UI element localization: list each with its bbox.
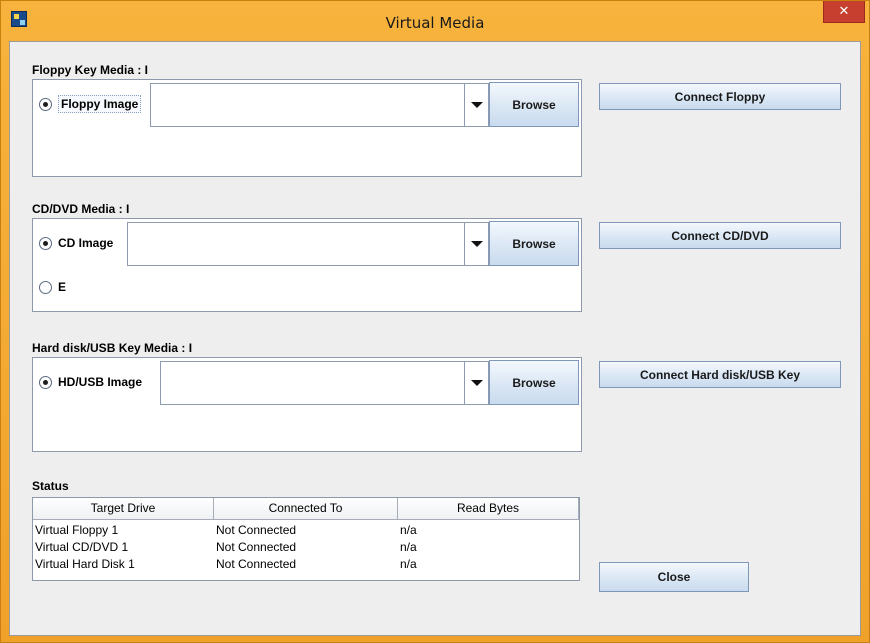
drive-e-option[interactable]: E — [39, 280, 66, 294]
connect-floppy-button[interactable]: Connect Floppy — [599, 83, 841, 110]
hdusb-image-label: HD/USB Image — [58, 375, 143, 389]
title-bar[interactable]: Virtual Media ✕ — [1, 1, 869, 41]
floppy-image-option[interactable]: Floppy Image — [39, 95, 142, 113]
cell-connected-to: Not Connected — [216, 540, 297, 554]
connect-harddisk-button[interactable]: Connect Hard disk/USB Key — [599, 361, 841, 388]
cddvd-browse-button[interactable]: Browse — [489, 221, 579, 266]
cell-read-bytes: n/a — [400, 540, 417, 554]
harddisk-browse-button[interactable]: Browse — [489, 360, 579, 405]
cddvd-group-label: CD/DVD Media : I — [32, 202, 130, 216]
hdusb-image-option[interactable]: HD/USB Image — [39, 375, 142, 389]
harddisk-group-label: Hard disk/USB Key Media : I — [32, 341, 193, 355]
drive-e-label: E — [58, 280, 67, 294]
floppy-browse-button[interactable]: Browse — [489, 82, 579, 127]
virtual-media-window: Virtual Media ✕ Floppy Key Media : I Flo… — [0, 0, 870, 643]
table-row[interactable]: Virtual CD/DVD 1 Not Connected n/a — [35, 539, 560, 555]
hdusb-image-radio[interactable] — [39, 375, 52, 389]
cell-connected-to: Not Connected — [216, 523, 297, 537]
cell-connected-to: Not Connected — [216, 557, 297, 571]
cell-read-bytes: n/a — [400, 557, 417, 571]
table-row[interactable]: Virtual Floppy 1 Not Connected n/a — [35, 522, 560, 538]
status-table-header: Target Drive Connected To Read Bytes — [33, 498, 579, 520]
column-header-read-bytes[interactable]: Read Bytes — [398, 498, 579, 520]
dialog-content: Floppy Key Media : I Floppy Image Browse… — [9, 41, 861, 636]
cell-target-drive: Virtual Floppy 1 — [35, 523, 119, 537]
cd-image-option[interactable]: CD Image — [39, 236, 113, 250]
cell-read-bytes: n/a — [400, 523, 417, 537]
cd-image-combo[interactable] — [127, 222, 489, 266]
column-header-connected-to[interactable]: Connected To — [214, 498, 398, 520]
chevron-down-icon[interactable] — [464, 223, 488, 265]
chevron-down-icon[interactable] — [464, 84, 488, 126]
floppy-image-combo[interactable] — [150, 83, 489, 127]
cd-image-radio[interactable] — [39, 236, 52, 250]
connect-cddvd-button[interactable]: Connect CD/DVD — [599, 222, 841, 249]
hdusb-image-combo[interactable] — [160, 361, 489, 405]
floppy-image-label: Floppy Image — [58, 95, 142, 113]
window-close-button[interactable]: ✕ — [823, 1, 865, 23]
cell-target-drive: Virtual CD/DVD 1 — [35, 540, 129, 554]
floppy-group-label: Floppy Key Media : I — [32, 63, 149, 77]
cell-target-drive: Virtual Hard Disk 1 — [35, 557, 135, 571]
floppy-image-radio[interactable] — [39, 97, 52, 111]
status-table: Target Drive Connected To Read Bytes Vir… — [32, 497, 580, 581]
cd-image-label: CD Image — [58, 236, 114, 250]
close-button[interactable]: Close — [599, 562, 749, 592]
status-label: Status — [32, 479, 69, 493]
table-row[interactable]: Virtual Hard Disk 1 Not Connected n/a — [35, 556, 560, 572]
window-title: Virtual Media — [385, 14, 485, 32]
chevron-down-icon[interactable] — [464, 362, 488, 404]
drive-e-radio[interactable] — [39, 280, 52, 294]
column-header-target-drive[interactable]: Target Drive — [33, 498, 214, 520]
